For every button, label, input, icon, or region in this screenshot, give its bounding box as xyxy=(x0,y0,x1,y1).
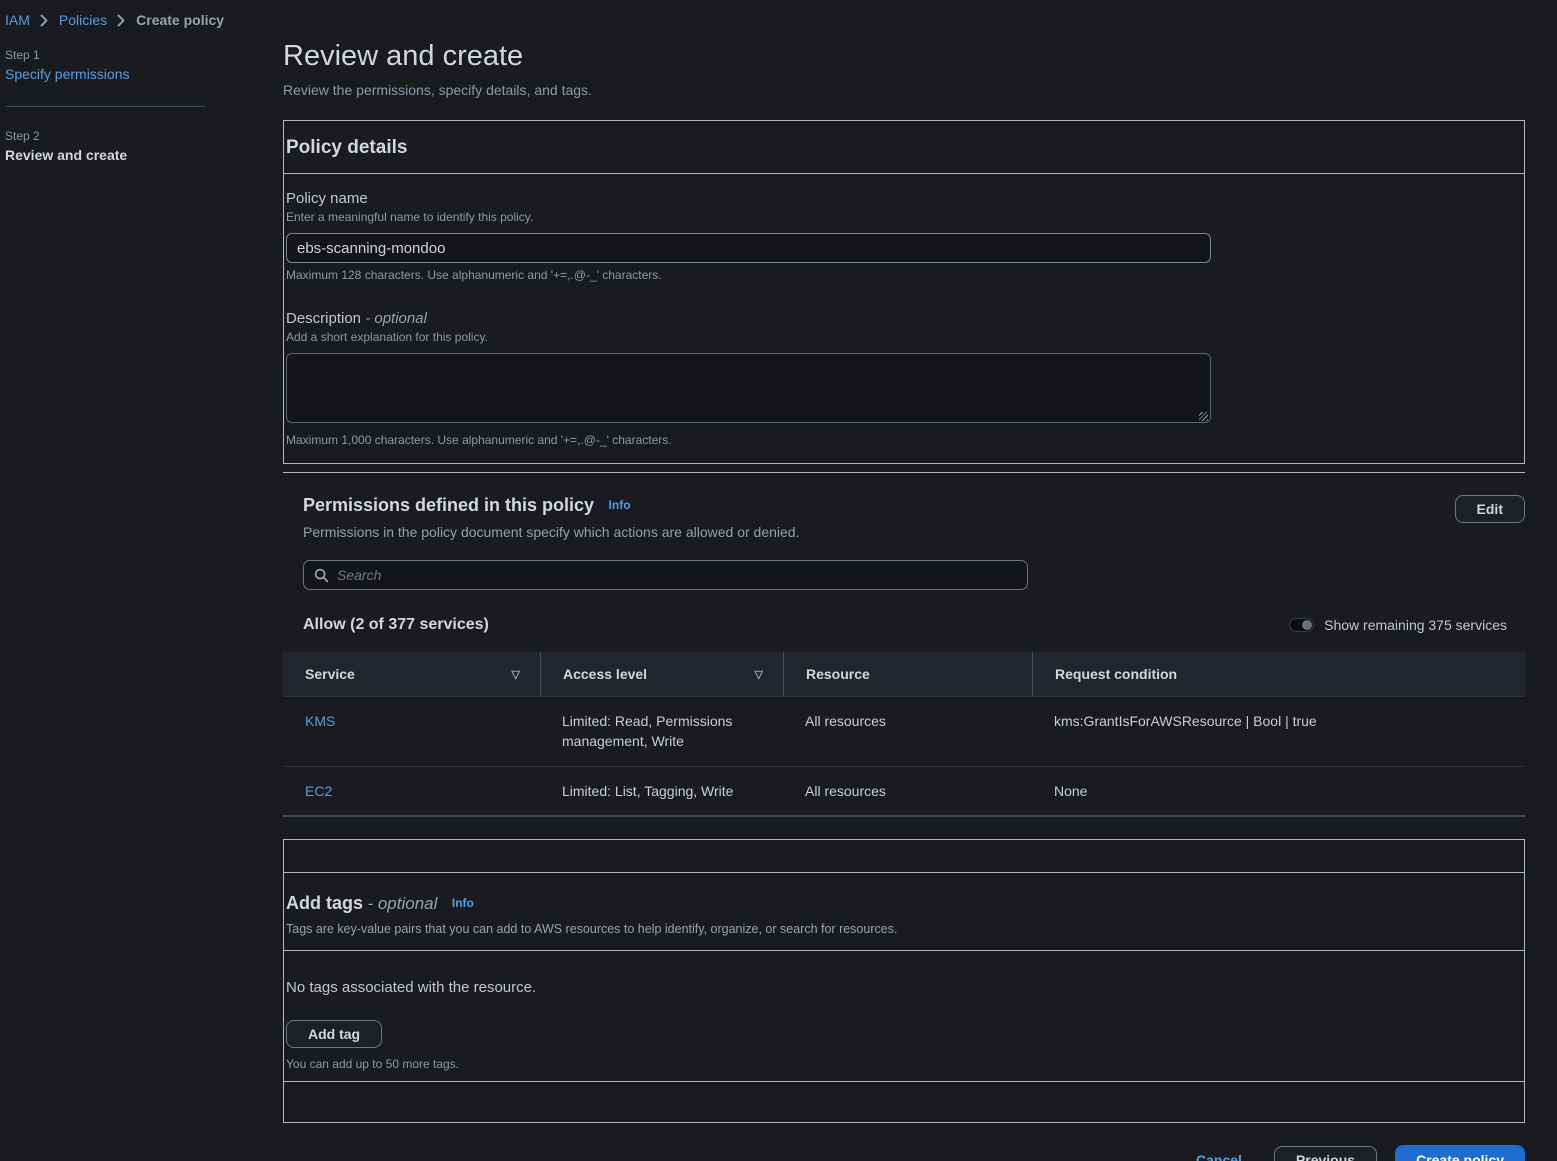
filter-dropdown-icon[interactable]: ▽ xyxy=(755,668,763,681)
step-2-review-and-create: Review and create xyxy=(5,147,283,163)
policy-name-label: Policy name xyxy=(286,190,1504,207)
permissions-title: Permissions defined in this policy xyxy=(303,495,594,515)
cancel-button[interactable]: Cancel xyxy=(1196,1152,1242,1161)
column-header-request-condition: Request condition xyxy=(1032,652,1525,696)
add-tags-footer xyxy=(284,1081,1524,1122)
search-input[interactable] xyxy=(337,567,1017,583)
create-policy-button[interactable]: Create policy xyxy=(1395,1145,1525,1161)
policy-name-field-group: Policy name Enter a meaningful name to i… xyxy=(286,190,1504,282)
add-tags-title: Add tags xyxy=(286,893,363,913)
permissions-search[interactable] xyxy=(303,560,1028,590)
access-level-cell: Limited: List, Tagging, Write xyxy=(540,767,783,815)
breadcrumb-current: Create policy xyxy=(136,12,224,28)
request-condition-cell: None xyxy=(1032,767,1525,815)
add-tags-optional-text: - optional xyxy=(367,894,437,913)
description-label-text: Description xyxy=(286,310,361,327)
add-tag-button[interactable]: Add tag xyxy=(286,1020,382,1048)
show-remaining-label: Show remaining 375 services xyxy=(1324,617,1507,633)
permissions-section: Permissions defined in this policy Info … xyxy=(283,472,1525,817)
description-optional-text: - optional xyxy=(365,310,427,327)
access-level-cell: Limited: Read, Permissions management, W… xyxy=(540,697,783,766)
column-header-resource: Resource xyxy=(783,652,1032,696)
policy-details-panel: Policy details Policy name Enter a meani… xyxy=(283,120,1525,464)
chevron-right-icon xyxy=(40,14,49,27)
breadcrumb-iam-link[interactable]: IAM xyxy=(5,12,30,28)
add-tags-info-link[interactable]: Info xyxy=(452,896,474,910)
policy-name-constraint: Maximum 128 characters. Use alphanumeric… xyxy=(286,268,1504,282)
service-link-kms[interactable]: KMS xyxy=(305,713,335,729)
previous-button[interactable]: Previous xyxy=(1274,1146,1377,1161)
table-header-row: Service ▽ Access level ▽ Resource Reques… xyxy=(283,652,1525,696)
column-header-service[interactable]: Service ▽ xyxy=(283,652,540,696)
service-column-label: Service xyxy=(305,666,355,682)
page-subtitle: Review the permissions, specify details,… xyxy=(283,82,1525,98)
policy-name-help: Enter a meaningful name to identify this… xyxy=(286,210,1504,224)
description-help: Add a short explanation for this policy. xyxy=(286,330,1504,344)
chevron-right-icon xyxy=(117,14,126,27)
tags-limit-text: You can add up to 50 more tags. xyxy=(286,1057,1504,1071)
permissions-table: Service ▽ Access level ▽ Resource Reques… xyxy=(283,652,1525,817)
step-2-number: Step 2 xyxy=(5,129,283,143)
add-tags-body: No tags associated with the resource. Ad… xyxy=(284,951,1524,1081)
toggle-knob-icon xyxy=(1302,620,1312,630)
request-condition-cell: kms:GrantIsForAWSResource | Bool | true xyxy=(1032,697,1525,766)
main-content: Review and create Review the permissions… xyxy=(283,28,1525,1161)
step-1-number: Step 1 xyxy=(5,48,283,62)
service-link-ec2[interactable]: EC2 xyxy=(305,783,332,799)
allow-services-label: Allow (2 of 377 services) xyxy=(303,616,489,634)
edit-button[interactable]: Edit xyxy=(1455,495,1525,523)
resource-cell: All resources xyxy=(783,767,1032,815)
sidebar-divider xyxy=(5,106,205,107)
description-label: Description - optional xyxy=(286,310,1504,327)
resource-column-label: Resource xyxy=(806,666,870,682)
description-textarea[interactable] xyxy=(286,353,1211,423)
form-actions: Cancel Previous Create policy xyxy=(283,1145,1525,1161)
table-row: KMS Limited: Read, Permissions managemen… xyxy=(283,696,1525,766)
breadcrumb-policies-link[interactable]: Policies xyxy=(59,12,107,28)
empty-container xyxy=(283,839,1525,873)
add-tags-header: Add tags - optional Info Tags are key-va… xyxy=(284,873,1524,951)
filter-dropdown-icon[interactable]: ▽ xyxy=(512,668,520,681)
description-constraint: Maximum 1,000 characters. Use alphanumer… xyxy=(286,433,1504,447)
add-tags-description: Tags are key-value pairs that you can ad… xyxy=(286,922,1504,936)
permissions-info-link[interactable]: Info xyxy=(609,498,631,512)
request-condition-column-label: Request condition xyxy=(1055,666,1177,682)
breadcrumb: IAM Policies Create policy xyxy=(0,0,1557,28)
table-row: EC2 Limited: List, Tagging, Write All re… xyxy=(283,766,1525,815)
steps-sidebar: Step 1 Specify permissions Step 2 Review… xyxy=(0,28,283,1161)
access-level-column-label: Access level xyxy=(563,666,647,682)
add-tags-panel: Add tags - optional Info Tags are key-va… xyxy=(283,873,1525,1123)
description-field-group: Description - optional Add a short expla… xyxy=(286,310,1504,447)
step-1-specify-permissions-link[interactable]: Specify permissions xyxy=(5,66,130,82)
permissions-description: Permissions in the policy document speci… xyxy=(303,524,799,540)
policy-details-title: Policy details xyxy=(286,137,407,158)
resize-handle-icon[interactable] xyxy=(1199,412,1208,421)
resource-cell: All resources xyxy=(783,697,1032,766)
show-remaining-toggle[interactable] xyxy=(1289,618,1314,632)
page-title: Review and create xyxy=(283,40,1525,73)
column-header-access-level[interactable]: Access level ▽ xyxy=(540,652,783,696)
policy-name-input[interactable] xyxy=(286,233,1211,263)
policy-details-header: Policy details xyxy=(284,121,1524,174)
search-icon xyxy=(314,568,329,583)
no-tags-text: No tags associated with the resource. xyxy=(286,979,1504,996)
